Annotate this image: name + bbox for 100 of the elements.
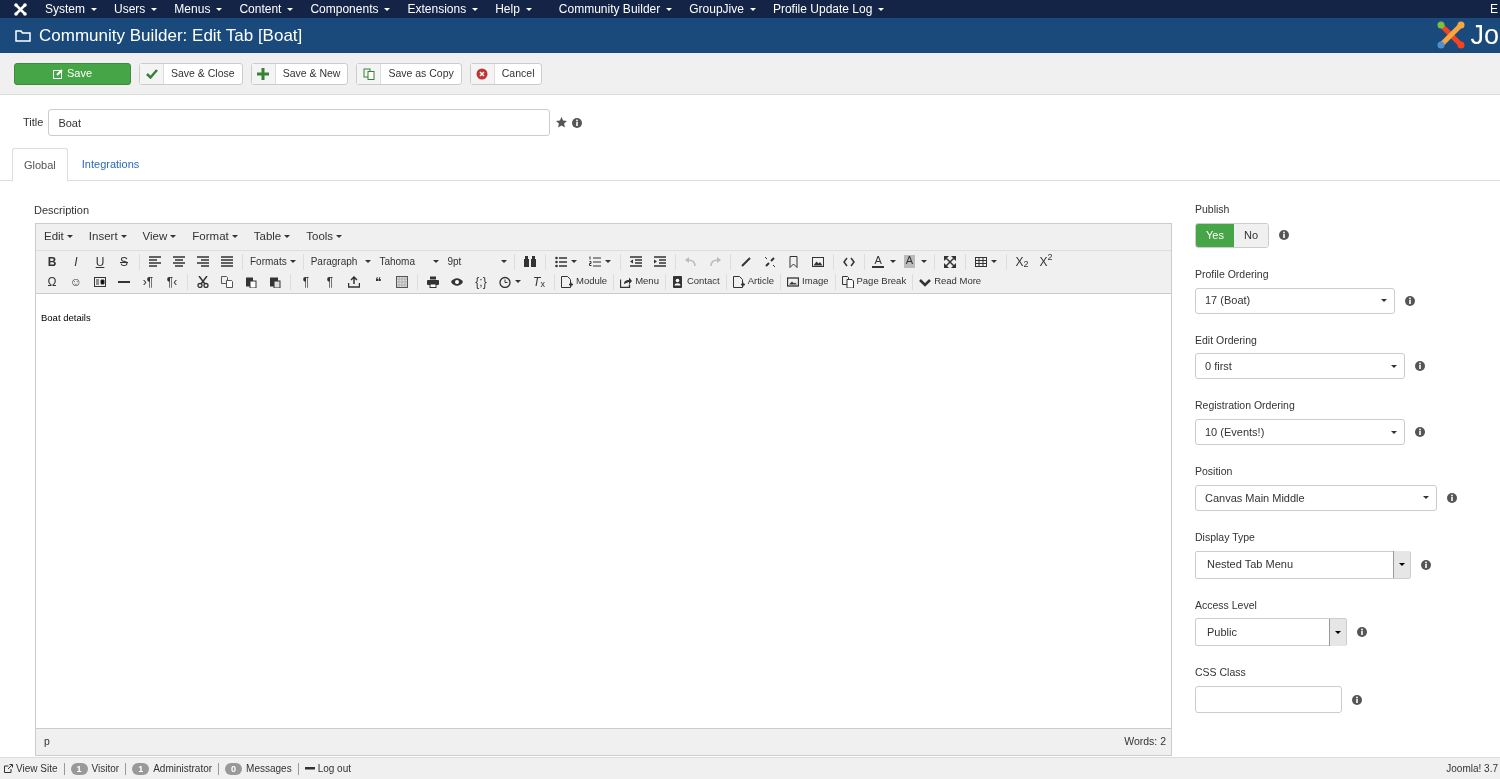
menu-item[interactable]: Profile Update Log xyxy=(772,0,885,18)
toolbar-button[interactable]: ❝ xyxy=(366,271,390,292)
select-field[interactable]: Canvas Main Middle xyxy=(1195,484,1437,511)
insert-button[interactable]: Page Break xyxy=(838,271,910,292)
editor-menu[interactable]: Edit xyxy=(44,227,73,246)
text-field[interactable] xyxy=(1195,686,1342,713)
copy-icon xyxy=(362,67,375,80)
tab[interactable]: Global xyxy=(12,148,68,182)
color-button[interactable]: A xyxy=(868,251,900,272)
article-icon xyxy=(732,275,745,288)
menu-item[interactable]: Components xyxy=(310,0,391,18)
toolbar-button[interactable]: ›¶ xyxy=(136,271,160,292)
word-count: Words: 2 xyxy=(1124,734,1166,750)
toolbar-button[interactable]: ☺ xyxy=(64,271,88,292)
field-label: Display Type xyxy=(1195,529,1255,545)
cancel-icon xyxy=(476,67,489,80)
footer-link[interactable]: 0 Messages xyxy=(225,761,292,776)
footer-link[interactable]: 1 Visitor xyxy=(70,761,120,776)
toolbar-button[interactable]: X$^{2}$ xyxy=(1034,251,1059,272)
editor-menu[interactable]: View xyxy=(142,227,177,246)
footer-link[interactable]: View Site xyxy=(4,761,58,776)
toolbar-button[interactable]: {;} xyxy=(469,271,493,292)
numbered-list-icon xyxy=(589,255,602,268)
insert-button[interactable]: Article xyxy=(729,271,778,292)
caret-icon xyxy=(1335,630,1341,634)
dropdown-list[interactable]: 9pt xyxy=(443,251,512,272)
user-menu[interactable]: E xyxy=(1490,0,1498,18)
insert-button[interactable]: Module xyxy=(558,271,611,292)
menu-item[interactable]: Menus xyxy=(174,0,223,18)
toolbar-button[interactable]: U xyxy=(88,251,112,272)
info-icon xyxy=(1415,427,1425,437)
select-field[interactable]: 17 (Boat) xyxy=(1195,287,1395,314)
template-icon xyxy=(94,275,106,288)
count-badge: 1 xyxy=(132,762,150,775)
toolbar-button[interactable]: I xyxy=(64,251,88,272)
menu-item[interactable]: Users xyxy=(114,0,158,18)
menu-item[interactable]: Community Builder xyxy=(558,0,673,18)
menu-item[interactable]: Extensions xyxy=(407,0,479,18)
toolbar-button[interactable]: ¶‹ xyxy=(160,271,184,292)
select-field[interactable]: Public xyxy=(1195,618,1347,647)
toolbar-button[interactable]: X$_{2}$ xyxy=(1010,251,1035,272)
tab[interactable]: Integrations xyxy=(67,148,154,181)
undo-icon xyxy=(685,255,698,268)
toolbar-button[interactable]: ¶ xyxy=(294,271,318,292)
element-path: p xyxy=(44,734,50,750)
table-icon xyxy=(975,255,988,268)
minus-icon xyxy=(304,767,315,770)
toolbar-button[interactable]: T$_{x}$ xyxy=(527,271,551,292)
code-icon xyxy=(843,255,856,268)
folder-icon xyxy=(15,29,31,42)
toolbar-button[interactable]: S xyxy=(112,251,136,272)
info-icon xyxy=(572,117,583,128)
color-button[interactable]: A xyxy=(899,251,932,272)
caret-icon xyxy=(666,7,673,11)
toggle-option[interactable]: No xyxy=(1233,223,1268,247)
field-label: Access Level xyxy=(1195,597,1257,613)
select-field[interactable]: 0 first xyxy=(1195,353,1405,380)
insert-button[interactable]: Contact xyxy=(668,271,723,292)
module-icon xyxy=(561,275,573,288)
caret-icon xyxy=(433,260,440,263)
select-field[interactable]: 10 (Events!) xyxy=(1195,419,1405,445)
insert-button[interactable]: Read More xyxy=(916,271,985,292)
footer-link[interactable]: Log out xyxy=(304,761,352,776)
version-text: Joomla! 3.7 xyxy=(1446,762,1498,776)
title-field[interactable]: Boat xyxy=(48,109,551,136)
menu-item[interactable]: Help xyxy=(495,0,532,18)
menu-item[interactable]: System xyxy=(45,0,97,18)
field-label: Title xyxy=(23,115,44,131)
fullscreen-icon xyxy=(944,255,957,268)
menu-item[interactable]: GroupJive xyxy=(689,0,756,18)
toolbar-button[interactable]: Save as Copy xyxy=(356,62,462,85)
toolbar-button[interactable]: ¶ xyxy=(318,271,342,292)
dropdown-list[interactable]: Paragraph xyxy=(306,251,376,272)
editor-menu[interactable]: Format xyxy=(192,227,238,246)
paste-text-icon xyxy=(269,275,281,288)
toolbar-button[interactable]: Cancel xyxy=(469,62,543,85)
menu-item[interactable]: Content xyxy=(239,0,294,18)
footer-link[interactable]: 1 Administrator xyxy=(132,761,213,776)
insert-button[interactable]: Menu xyxy=(617,271,662,292)
editor-menu[interactable]: Table xyxy=(253,227,291,246)
toolbar-button[interactable]: B xyxy=(40,251,64,272)
toolbar-button[interactable]: Ω xyxy=(40,271,64,292)
caret-icon xyxy=(151,7,158,11)
formats-menu[interactable]: Formats xyxy=(246,251,300,272)
insert-button[interactable]: Image xyxy=(784,271,832,292)
caret-icon xyxy=(1423,496,1429,500)
copy-icon xyxy=(221,275,233,288)
grid-icon xyxy=(396,275,408,288)
caret-icon xyxy=(284,235,291,238)
bullet-list-icon xyxy=(555,255,568,268)
editor-menu[interactable]: Insert xyxy=(88,227,127,246)
print-icon xyxy=(427,275,439,288)
cut-icon xyxy=(197,275,209,288)
toolbar-button[interactable]: Save & Close xyxy=(139,62,243,85)
toolbar-button[interactable]: Save & New xyxy=(250,62,349,85)
dropdown-list[interactable]: Tahoma xyxy=(375,251,444,272)
editor-menu[interactable]: Tools xyxy=(306,227,343,246)
caret-icon xyxy=(216,7,223,11)
select-field[interactable]: Nested Tab Menu xyxy=(1195,550,1411,579)
check-icon xyxy=(145,67,158,80)
